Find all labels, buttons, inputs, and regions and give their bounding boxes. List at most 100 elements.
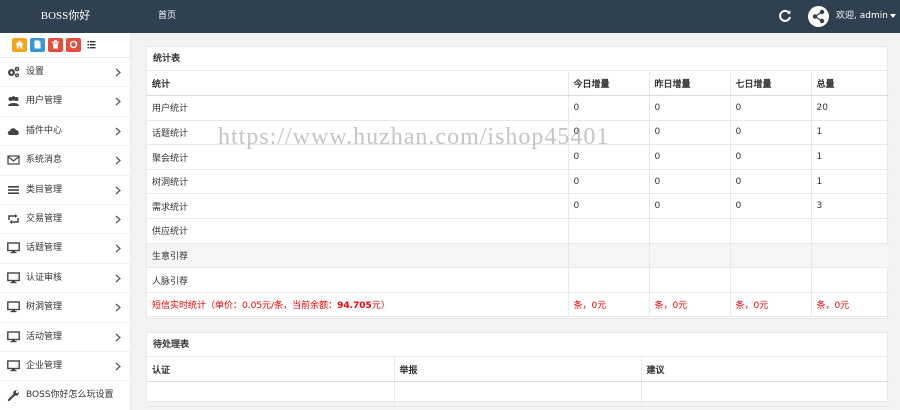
stat-yesterday: 0 xyxy=(648,169,730,195)
sidebar-item-topics[interactable]: 话题管理 xyxy=(0,234,130,264)
stat-total xyxy=(810,218,889,244)
stat-name: 话题统计 xyxy=(147,120,568,146)
stats-header-row: 统计 今日增量 昨日增量 七日增量 总量 xyxy=(147,71,889,97)
stat-yesterday xyxy=(648,218,730,244)
sidebar-item-label: 树洞管理 xyxy=(26,302,63,313)
sidebar-item-plugins[interactable]: 插件中心 xyxy=(0,117,130,147)
table-row: 供应统计 xyxy=(147,218,889,244)
stat-total: 1 xyxy=(810,169,889,195)
home-icon[interactable] xyxy=(12,38,27,52)
stat-week xyxy=(729,267,811,293)
sms-today: 条，0元 xyxy=(567,292,649,318)
stats-panel: 统计表 统计 今日增量 昨日增量 七日增量 总量 用户统计 0 0 0 20 话… xyxy=(146,46,889,319)
stat-total: 20 xyxy=(810,95,889,121)
chevron-right-icon xyxy=(115,244,121,253)
sidebar-item-label: 企业管理 xyxy=(26,360,63,371)
pending-verification-cell xyxy=(147,381,394,407)
caret-down-icon xyxy=(889,13,896,18)
stat-week xyxy=(729,218,811,244)
main-content: 统计表 统计 今日增量 昨日增量 七日增量 总量 用户统计 0 0 0 20 话… xyxy=(131,33,900,410)
column-header: 昨日增量 xyxy=(648,71,730,97)
sidebar-item-label: 设置 xyxy=(26,67,45,77)
stat-total: 1 xyxy=(810,120,889,146)
stat-total: 3 xyxy=(810,193,889,220)
stat-week: 0 xyxy=(729,193,811,220)
welcome-text: 欢迎, admin xyxy=(836,11,888,21)
sidebar: 设置 用户管理 插件中心 系统消息 类目管理 交易管理 话题管理 认证审核 树洞 xyxy=(0,33,131,410)
table-row: 树洞统计 0 0 0 1 xyxy=(147,169,889,195)
envelope-icon xyxy=(7,155,20,165)
sidebar-item-treehole[interactable]: 树洞管理 xyxy=(0,293,130,323)
chevron-right-icon xyxy=(115,97,121,106)
sidebar-item-categories[interactable]: 类目管理 xyxy=(0,176,130,205)
sidebar-item-events[interactable]: 活动管理 xyxy=(0,323,130,352)
chevron-right-icon xyxy=(115,333,121,341)
sms-yesterday: 条，0元 xyxy=(648,292,730,318)
stat-today: 0 xyxy=(567,144,649,170)
column-header: 建议 xyxy=(640,357,889,383)
stat-yesterday: 0 xyxy=(648,193,730,220)
stat-yesterday xyxy=(648,267,730,293)
sidebar-item-label: 插件中心 xyxy=(26,125,63,136)
stat-week: 0 xyxy=(729,169,811,195)
stat-name: 需求统计 xyxy=(147,193,568,220)
table-row: 用户统计 0 0 0 20 xyxy=(147,95,889,121)
stat-total xyxy=(810,267,889,293)
stat-name: 人脉引荐 xyxy=(147,267,568,293)
stat-today xyxy=(567,218,649,244)
document-icon[interactable] xyxy=(30,38,45,52)
sidebar-item-label: 交易管理 xyxy=(26,213,63,224)
sms-prefix: 短信实时统计（单价：0.05元/条，当前余额： xyxy=(152,301,338,312)
sms-total: 条，0元 xyxy=(810,292,889,318)
stat-yesterday: 0 xyxy=(648,120,730,146)
stat-today xyxy=(567,267,649,293)
chevron-right-icon xyxy=(115,215,121,224)
recycle-icon[interactable] xyxy=(66,38,81,52)
sidebar-item-settings[interactable]: 设置 xyxy=(0,58,130,88)
monitor-icon xyxy=(7,330,20,342)
list-icon[interactable] xyxy=(84,38,99,52)
pending-panel-title: 待处理表 xyxy=(147,333,887,357)
stat-week: 0 xyxy=(729,144,811,170)
stat-name: 聚会统计 xyxy=(147,144,568,170)
sms-stats-row: 短信实时统计（单价：0.05元/条，当前余额：94.705元） 条，0元 条，0… xyxy=(147,292,889,318)
sidebar-item-label: 认证审核 xyxy=(26,272,63,283)
chevron-right-icon xyxy=(115,68,121,77)
stat-total: 1 xyxy=(810,144,889,170)
table-row: 聚会统计 0 0 0 1 xyxy=(147,144,889,170)
stat-today xyxy=(567,243,649,269)
sidebar-item-label: 系统消息 xyxy=(26,155,63,166)
pending-suggestion-cell xyxy=(640,381,889,407)
sidebar-item-messages[interactable]: 系统消息 xyxy=(0,146,130,176)
brand-logo[interactable]: BOSS你好 xyxy=(0,0,131,33)
nav-home-link[interactable]: 首页 xyxy=(158,0,176,33)
pending-report-cell xyxy=(393,381,641,407)
sms-suffix: 元） xyxy=(371,301,390,312)
sidebar-item-howto-settings[interactable]: BOSS你好怎么玩设置 xyxy=(0,381,130,410)
share-icon[interactable] xyxy=(808,6,829,27)
sidebar-item-users[interactable]: 用户管理 xyxy=(0,87,130,117)
sidebar-item-enterprise[interactable]: 企业管理 xyxy=(0,352,130,382)
pending-table: 认证 举报 建议 xyxy=(147,357,889,407)
top-navbar: BOSS你好 首页 欢迎, admin xyxy=(0,0,900,33)
sms-balance: 94.705 xyxy=(337,301,372,312)
sidebar-item-label: 用户管理 xyxy=(26,96,63,107)
stat-today: 0 xyxy=(567,95,649,121)
sidebar-item-trades[interactable]: 交易管理 xyxy=(0,205,130,235)
stat-week xyxy=(729,243,811,269)
stat-yesterday: 0 xyxy=(648,95,730,121)
stat-name: 用户统计 xyxy=(147,95,568,121)
trash-icon[interactable] xyxy=(48,38,63,52)
stats-panel-title: 统计表 xyxy=(147,47,887,71)
monitor-icon xyxy=(7,360,20,372)
sms-stats-label: 短信实时统计（单价：0.05元/条，当前余额：94.705元） xyxy=(147,292,568,318)
monitor-icon xyxy=(7,242,20,254)
stat-name: 树洞统计 xyxy=(147,169,568,195)
refresh-icon[interactable] xyxy=(778,9,792,23)
user-menu[interactable]: 欢迎, admin xyxy=(836,0,896,33)
stat-today: 0 xyxy=(567,193,649,220)
table-row: 话题统计 0 0 0 1 xyxy=(147,120,889,146)
sidebar-item-verification[interactable]: 认证审核 xyxy=(0,264,130,294)
stat-week: 0 xyxy=(729,120,811,146)
cloud-icon xyxy=(7,127,19,135)
